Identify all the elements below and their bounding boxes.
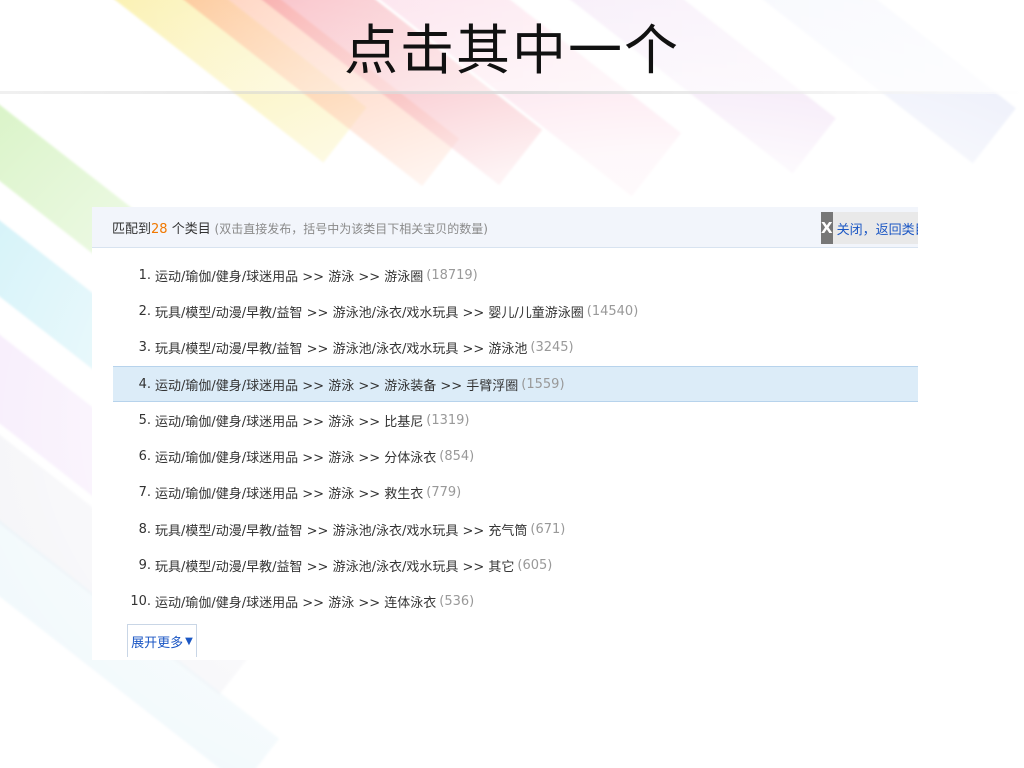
category-item-1[interactable]: 1. 运动/瑜伽/健身/球迷用品 >> 游泳 >> 游泳圈 (18719)	[113, 257, 918, 293]
item-path: 运动/瑜伽/健身/球迷用品 >> 游泳 >> 游泳装备 >> 手臂浮圈	[155, 378, 519, 394]
item-number: 6.	[138, 449, 151, 465]
slide-title: 点击其中一个	[344, 19, 680, 82]
category-item-7[interactable]: 7. 运动/瑜伽/健身/球迷用品 >> 游泳 >> 救生衣 (779)	[113, 475, 918, 511]
category-item-6[interactable]: 6. 运动/瑜伽/健身/球迷用品 >> 游泳 >> 分体泳衣 (854)	[113, 438, 918, 474]
triangle-down-icon: ▼	[185, 635, 193, 647]
match-hint: (双击直接发布，括号中为该类目下相关宝贝的数量)	[210, 222, 488, 236]
item-count: (671)	[530, 521, 566, 537]
title-divider	[0, 91, 1024, 94]
item-path: 运动/瑜伽/健身/球迷用品 >> 游泳 >> 游泳圈	[155, 269, 424, 285]
item-path: 玩具/模型/动漫/早教/益智 >> 游泳池/泳衣/戏水玩具 >> 婴儿/儿童游泳…	[155, 305, 584, 321]
item-number: 3.	[138, 340, 151, 356]
item-count: (18719)	[426, 267, 478, 283]
item-number: 1.	[138, 267, 151, 283]
item-number: 7.	[138, 485, 151, 501]
item-count: (1319)	[426, 412, 470, 428]
category-item-3[interactable]: 3. 玩具/模型/动漫/早教/益智 >> 游泳池/泳衣/戏水玩具 >> 游泳池 …	[113, 330, 918, 366]
item-count: (14540)	[586, 303, 639, 319]
item-path: 玩具/模型/动漫/早教/益智 >> 游泳池/泳衣/戏水玩具 >> 其它	[155, 560, 515, 576]
panel-header: 匹配到28 个类目 (双击直接发布，括号中为该类目下相关宝贝的数量) X 关闭，…	[92, 207, 918, 248]
item-count: (854)	[439, 449, 475, 465]
item-path: 运动/瑜伽/健身/球迷用品 >> 游泳 >> 分体泳衣	[155, 451, 437, 467]
expand-more-button[interactable]: 展开更多 ▼	[127, 624, 197, 657]
category-item-2[interactable]: 2. 玩具/模型/动漫/早教/益智 >> 游泳池/泳衣/戏水玩具 >> 婴儿/儿…	[113, 293, 918, 329]
item-number: 8.	[138, 521, 151, 537]
item-count: (605)	[517, 558, 553, 574]
item-path: 运动/瑜伽/健身/球迷用品 >> 游泳 >> 救生衣	[155, 487, 424, 503]
item-number: 9.	[138, 558, 151, 574]
item-number: 4.	[138, 376, 151, 392]
item-path: 运动/瑜伽/健身/球迷用品 >> 游泳 >> 连体泳衣	[155, 596, 437, 612]
match-count: 28	[151, 222, 168, 237]
item-count: (1559)	[521, 376, 565, 392]
item-count: (3245)	[530, 340, 574, 356]
close-return-label: 关闭，返回类目	[836, 222, 918, 238]
close-icon: X	[821, 212, 833, 244]
item-count: (779)	[426, 485, 462, 501]
item-count: (536)	[439, 594, 475, 610]
expand-more-label: 展开更多	[131, 635, 184, 651]
item-path: 玩具/模型/动漫/早教/益智 >> 游泳池/泳衣/戏水玩具 >> 充气筒	[155, 523, 528, 539]
match-prefix: 匹配到	[112, 222, 152, 237]
item-number: 2.	[138, 303, 151, 319]
match-suffix: 个类目	[167, 222, 211, 237]
category-item-8[interactable]: 8. 玩具/模型/动漫/早教/益智 >> 游泳池/泳衣/戏水玩具 >> 充气筒 …	[113, 511, 918, 547]
category-item-5[interactable]: 5. 运动/瑜伽/健身/球迷用品 >> 游泳 >> 比基尼 (1319)	[113, 402, 918, 438]
category-match-panel: 匹配到28 个类目 (双击直接发布，括号中为该类目下相关宝贝的数量) X 关闭，…	[92, 207, 918, 660]
category-item-4[interactable]: 4. 运动/瑜伽/健身/球迷用品 >> 游泳 >> 游泳装备 >> 手臂浮圈 (…	[113, 365, 918, 403]
match-summary: 匹配到28 个类目 (双击直接发布，括号中为该类目下相关宝贝的数量)	[112, 218, 488, 237]
item-path: 运动/瑜伽/健身/球迷用品 >> 游泳 >> 比基尼	[155, 414, 424, 430]
item-path: 玩具/模型/动漫/早教/益智 >> 游泳池/泳衣/戏水玩具 >> 游泳池	[155, 342, 528, 358]
category-item-10[interactable]: 10. 运动/瑜伽/健身/球迷用品 >> 游泳 >> 连体泳衣 (536)	[113, 584, 918, 620]
category-list: 1. 运动/瑜伽/健身/球迷用品 >> 游泳 >> 游泳圈 (18719) 2.…	[113, 257, 918, 620]
close-return-button[interactable]: X 关闭，返回类目	[821, 212, 918, 244]
item-number: 10.	[130, 594, 151, 610]
category-item-9[interactable]: 9. 玩具/模型/动漫/早教/益智 >> 游泳池/泳衣/戏水玩具 >> 其它 (…	[113, 547, 918, 583]
item-number: 5.	[138, 412, 151, 428]
